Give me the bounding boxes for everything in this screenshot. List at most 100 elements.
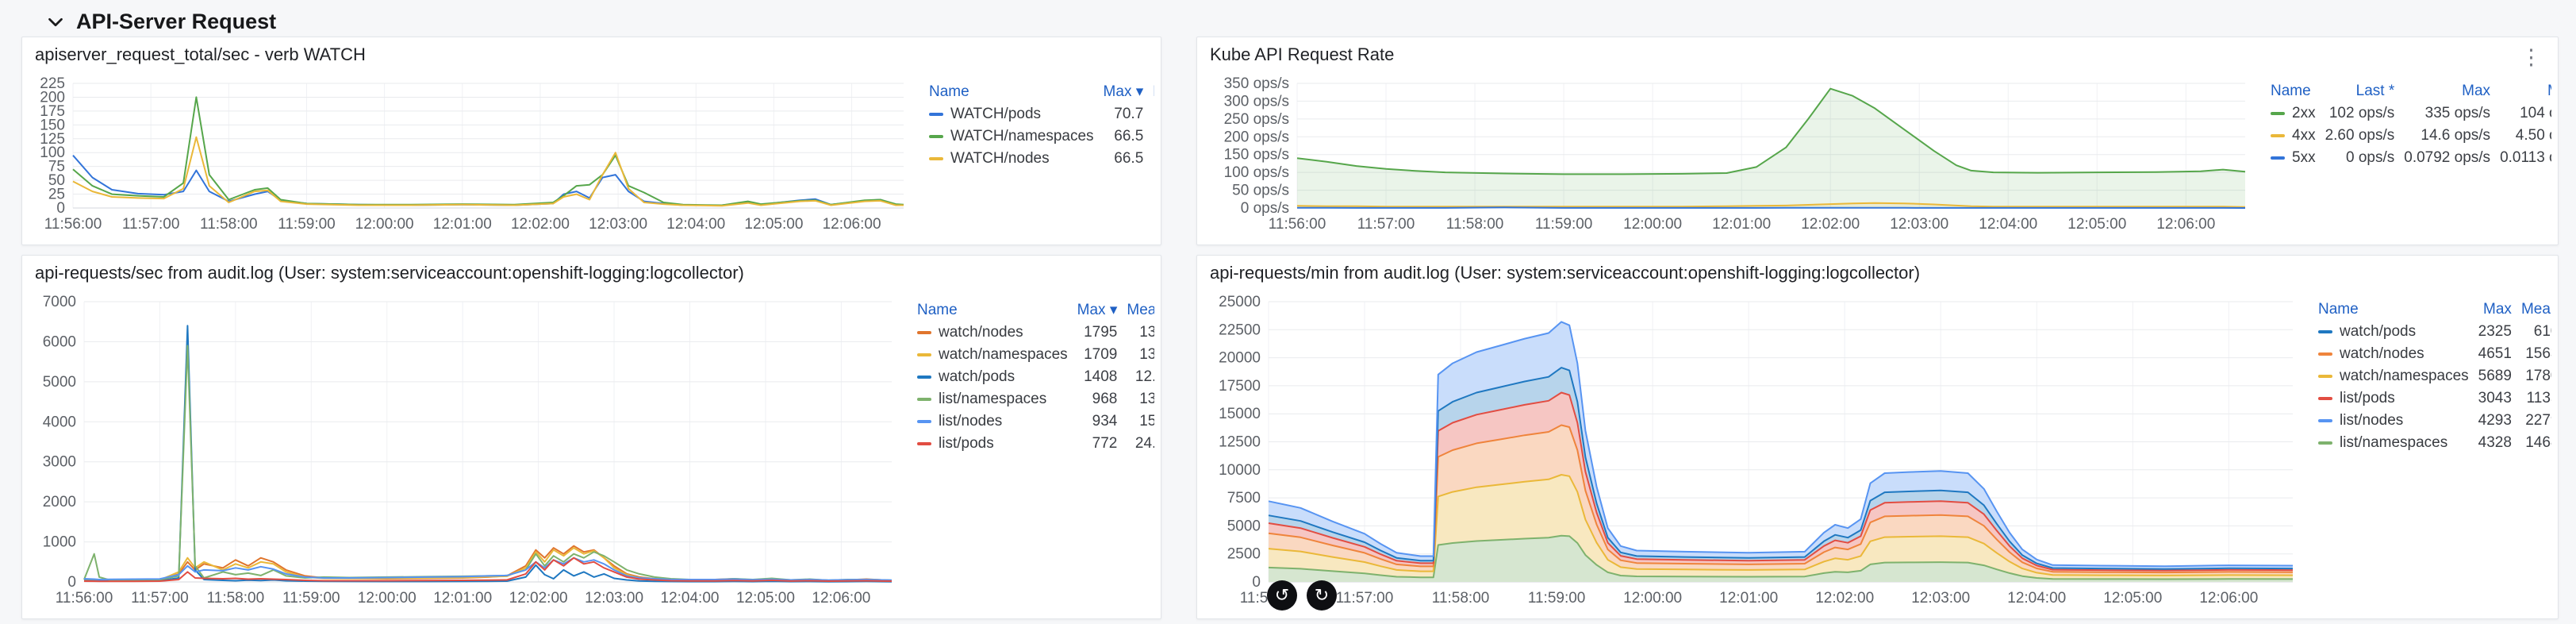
svg-text:12:06:00: 12:06:00 <box>2156 216 2215 233</box>
series-name[interactable]: list/namespaces <box>2340 434 2447 451</box>
svg-text:25000: 25000 <box>1219 294 1261 310</box>
row-header[interactable]: API-Server Request <box>46 10 276 34</box>
series-name[interactable]: WATCH/nodes <box>950 150 1050 167</box>
history-back-button[interactable]: ↺ <box>1267 580 1297 611</box>
panel-menu-icon[interactable]: ⋮ <box>2516 45 2547 70</box>
legend-value: 2325 <box>2478 323 2512 340</box>
svg-text:12:04:00: 12:04:00 <box>666 216 725 233</box>
legend-column-header[interactable]: Mean <box>2495 80 2551 102</box>
legend-row: watch/pods 2325 610 <box>2313 321 2551 343</box>
series-name[interactable]: watch/nodes <box>2340 345 2424 362</box>
series-name[interactable]: 2xx <box>2292 105 2316 121</box>
series-name[interactable]: watch/pods <box>939 368 1015 385</box>
svg-text:11:59:00: 11:59:00 <box>278 216 336 233</box>
panel-header[interactable]: apiserver_request_total/sec - verb WATCH <box>22 37 1161 72</box>
svg-text:0 ops/s: 0 ops/s <box>1241 200 1289 217</box>
panel-title[interactable]: Kube API Request Rate <box>1210 44 1394 65</box>
svg-text:12:04:00: 12:04:00 <box>661 590 720 607</box>
panel-body: 11:56:0011:57:0011:58:0011:59:0012:00:00… <box>1197 291 2558 618</box>
legend-row: list/nodes 934 156 <box>912 410 1154 433</box>
svg-text:12:01:00: 12:01:00 <box>1719 590 1778 607</box>
time-series-chart[interactable]: 11:56:0011:57:0011:58:0011:59:0012:00:00… <box>29 72 918 238</box>
legend-value: 1795 <box>1084 324 1118 341</box>
legend-column-header[interactable]: Max <box>2399 80 2495 102</box>
legend-value: 4651 <box>2478 345 2512 362</box>
svg-text:12:05:00: 12:05:00 <box>744 216 803 233</box>
series-name[interactable]: list/pods <box>2340 390 2395 406</box>
legend-value: 70.7 <box>1114 106 1144 122</box>
legend-column-header[interactable]: Max ▾ <box>1073 299 1123 322</box>
time-series-chart[interactable]: 11:56:0011:57:0011:58:0011:59:0012:00:00… <box>1204 72 2259 238</box>
legend: NameMax ▾Mean watch/nodes 1795 139 watch/nam… <box>912 291 1154 612</box>
series-name[interactable]: list/pods <box>939 435 994 452</box>
legend-column-header[interactable]: Mean <box>2516 299 2551 321</box>
svg-text:2500: 2500 <box>1227 546 1261 563</box>
legend-column-header[interactable]: Name <box>912 299 1073 322</box>
legend-value: 4293 <box>2478 412 2512 429</box>
svg-text:15000: 15000 <box>1219 406 1261 422</box>
legend-column-header[interactable]: Mean <box>1122 299 1154 322</box>
panel-header[interactable]: Kube API Request Rate ⋮ <box>1197 37 2558 72</box>
panel-header[interactable]: api-requests/min from audit.log (User: s… <box>1197 256 2558 291</box>
legend-row: list/namespaces 4328 1468 <box>2313 432 2551 454</box>
svg-text:11:57:00: 11:57:00 <box>131 590 189 607</box>
series-name[interactable]: WATCH/pods <box>950 106 1041 122</box>
series-name[interactable]: watch/pods <box>2340 323 2416 340</box>
chart-svg: 11:56:0011:57:0011:58:0011:59:0012:00:00… <box>1219 294 2294 607</box>
legend-row: watch/nodes 1795 139 <box>912 322 1154 344</box>
legend-row: WATCH/nodes 66.5 9.07 <box>924 148 1154 170</box>
legend-table: NameMax ▾Mean WATCH/pods 70.7 9.80 WATCH/nam… <box>924 80 1154 170</box>
legend-column-header[interactable]: Name <box>2313 299 2474 321</box>
series-name[interactable]: 4xx <box>2292 127 2316 144</box>
legend-column-header[interactable]: Name <box>2266 80 2321 102</box>
legend-column-header[interactable]: Max <box>2474 299 2516 321</box>
svg-text:17500: 17500 <box>1219 378 1261 395</box>
svg-text:12:06:00: 12:06:00 <box>2199 590 2258 607</box>
series-name[interactable]: list/nodes <box>939 413 1002 429</box>
series-name[interactable]: list/nodes <box>2340 412 2403 429</box>
legend-value: 9.80 <box>1148 103 1154 125</box>
panel-body: 11:56:0011:57:0011:58:0011:59:0012:00:00… <box>22 72 1161 245</box>
series-name[interactable]: WATCH/namespaces <box>950 128 1094 144</box>
svg-text:12:03:00: 12:03:00 <box>589 216 647 233</box>
svg-text:12:06:00: 12:06:00 <box>823 216 881 233</box>
chart-svg: 11:56:0011:57:0011:58:0011:59:0012:00:00… <box>40 75 904 233</box>
legend-value: 1408 <box>1084 368 1118 385</box>
series-name[interactable]: list/namespaces <box>939 391 1046 407</box>
legend-table: NameMax ▾Mean watch/nodes 1795 139 watch/nam… <box>912 299 1154 455</box>
legend-column-header[interactable]: Name <box>924 80 1099 103</box>
panel-title[interactable]: apiserver_request_total/sec - verb WATCH <box>35 44 366 65</box>
legend-value: 1563 <box>2525 345 2551 362</box>
legend-value: 0 ops/s <box>2345 149 2395 166</box>
svg-text:12:04:00: 12:04:00 <box>1979 216 2037 233</box>
svg-text:11:58:00: 11:58:00 <box>207 590 265 607</box>
svg-text:225: 225 <box>40 75 65 92</box>
svg-text:12:02:00: 12:02:00 <box>511 216 570 233</box>
svg-text:2000: 2000 <box>43 494 76 510</box>
series-name[interactable]: 5xx <box>2292 149 2316 166</box>
legend-value: 139 <box>1139 346 1154 363</box>
history-forward-button[interactable]: ↻ <box>1307 580 1337 611</box>
svg-text:12500: 12500 <box>1219 434 1261 451</box>
time-series-chart[interactable]: 11:56:0011:57:0011:58:0011:59:0012:00:00… <box>1204 291 2307 612</box>
panel-header[interactable]: api-requests/sec from audit.log (User: s… <box>22 256 1161 291</box>
svg-text:11:58:00: 11:58:00 <box>200 216 258 233</box>
svg-text:22500: 22500 <box>1219 322 1261 338</box>
panel-title[interactable]: api-requests/min from audit.log (User: s… <box>1210 263 1920 283</box>
series-color-swatch <box>2271 111 2285 115</box>
legend-column-header[interactable]: Max ▾ <box>1099 80 1149 103</box>
series-name[interactable]: watch/namespaces <box>2340 368 2469 384</box>
series-name[interactable]: watch/namespaces <box>939 346 1068 363</box>
svg-text:12:05:00: 12:05:00 <box>2103 590 2162 607</box>
series-name[interactable]: watch/nodes <box>939 324 1023 341</box>
panel-title[interactable]: api-requests/sec from audit.log (User: s… <box>35 263 744 283</box>
legend-column-header[interactable]: Last * <box>2321 80 2400 102</box>
panel-api-requests-per-min: api-requests/min from audit.log (User: s… <box>1196 255 2559 619</box>
svg-text:7500: 7500 <box>1227 490 1261 507</box>
legend-column-header[interactable]: Mean <box>1148 80 1154 103</box>
time-series-chart[interactable]: 11:56:0011:57:0011:58:0011:59:0012:00:00… <box>29 291 906 612</box>
svg-text:11:56:00: 11:56:00 <box>1269 216 1326 233</box>
svg-text:11:56:00: 11:56:00 <box>44 216 102 233</box>
legend-value: 12.2 <box>1134 368 1154 385</box>
legend: NameLast *MaxMean 2xx 102 ops/s 335 ops/s 10… <box>2266 72 2551 238</box>
